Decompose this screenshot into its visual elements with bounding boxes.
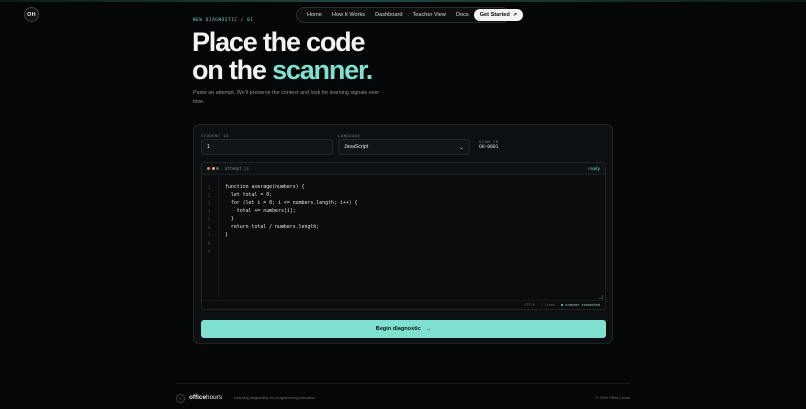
code-editor[interactable]: attempt.js ready 1 2 3 4 5 6 7 8 9 funct… bbox=[201, 162, 606, 310]
footer-brand-thin: hours bbox=[206, 394, 223, 401]
language-value: JavaScript bbox=[344, 144, 369, 150]
title-line-1: Place the code bbox=[192, 27, 365, 57]
code-line: } bbox=[225, 232, 228, 238]
line-count: 7 lines bbox=[540, 303, 555, 307]
line-number: 3 bbox=[208, 201, 211, 206]
line-number: 7 bbox=[208, 233, 211, 238]
footer-copyright: © 2026 Office Hours bbox=[595, 396, 630, 400]
get-started-button[interactable]: Get Started ↗ bbox=[473, 9, 524, 21]
arrow-right-icon: → bbox=[425, 326, 432, 332]
line-number: 9 bbox=[208, 249, 211, 254]
status-dot-icon bbox=[560, 303, 564, 307]
scan-id-label: SCAN ID bbox=[479, 139, 499, 144]
top-nav: Home How It Works Dashboard Teacher View… bbox=[296, 7, 524, 23]
footer-brand-bold: office bbox=[189, 394, 207, 401]
nav-item-docs[interactable]: Docs bbox=[451, 12, 474, 18]
code-line: } bbox=[225, 216, 234, 222]
page-title: Place the code on the scanner. bbox=[192, 27, 373, 85]
line-number: 5 bbox=[208, 217, 211, 222]
editor-status: ready bbox=[587, 166, 600, 171]
window-dot-gray bbox=[216, 167, 220, 170]
code-line: let total = 0; bbox=[225, 192, 273, 198]
window-dot-red bbox=[207, 167, 210, 170]
editor-filename: attempt.js bbox=[224, 166, 249, 171]
code-line: for (let i = 0; i <= numbers.length; i++… bbox=[225, 200, 358, 206]
student-id-input[interactable]: 1 bbox=[201, 139, 333, 155]
get-started-label: Get Started bbox=[479, 12, 510, 18]
scanner-status-text: scanner connected bbox=[565, 303, 600, 307]
pulse-logo-icon: ⌁ bbox=[176, 394, 185, 403]
line-number: 4 bbox=[208, 209, 211, 214]
student-id-value: 1 bbox=[207, 144, 210, 150]
hero-eyebrow: NEW DIAGNOSTIC / 01 bbox=[193, 18, 254, 23]
begin-diagnostic-button[interactable]: Begin diagnostic → bbox=[201, 320, 606, 338]
logo[interactable]: OH bbox=[24, 7, 39, 22]
scanner-status: scanner connected bbox=[560, 303, 600, 307]
language-label: LANGUAGE bbox=[338, 133, 361, 138]
editor-footer: UTF-8 7 lines scanner connected bbox=[202, 300, 605, 309]
nav-item-home[interactable]: Home bbox=[302, 12, 327, 18]
title-line-2-accent: scanner. bbox=[272, 55, 373, 85]
line-number: 1 bbox=[208, 185, 211, 190]
editor-titlebar: attempt.js ready bbox=[202, 163, 605, 175]
line-number: 8 bbox=[208, 241, 211, 246]
line-number: 2 bbox=[208, 193, 211, 198]
scan-id-value: OH-0001 bbox=[479, 145, 499, 150]
footer-tagline: Learning diagnostics for programming edu… bbox=[234, 396, 317, 400]
logo-text: OH bbox=[27, 11, 36, 18]
top-accent-line bbox=[0, 0, 806, 2]
code-line: function average(numbers) { bbox=[225, 184, 305, 190]
code-line: total += numbers[i]; bbox=[225, 208, 296, 214]
nav-item-dashboard[interactable]: Dashboard bbox=[370, 12, 407, 18]
language-select[interactable]: JavaScript ⌄ bbox=[338, 139, 470, 155]
title-line-2-plain: on the bbox=[192, 55, 273, 85]
footer-divider bbox=[176, 383, 630, 384]
diagnostic-panel: STUDENT ID 1 LANGUAGE JavaScript ⌄ SCAN … bbox=[193, 124, 613, 344]
code-area[interactable]: 1 2 3 4 5 6 7 8 9 function average(numbe… bbox=[202, 175, 605, 297]
begin-diagnostic-label: Begin diagnostic bbox=[375, 326, 421, 332]
arrow-up-right-icon: ↗ bbox=[512, 12, 518, 18]
nav-item-teacher-view[interactable]: Teacher View bbox=[407, 12, 450, 18]
student-id-label: STUDENT ID bbox=[201, 133, 229, 138]
nav-item-how-it-works[interactable]: How It Works bbox=[327, 12, 370, 18]
hero-subtitle: Paste an attempt. We'll preserve the con… bbox=[193, 90, 380, 105]
footer-brand[interactable]: officehours bbox=[189, 394, 222, 401]
line-gutter: 1 2 3 4 5 6 7 8 9 bbox=[202, 175, 219, 297]
resize-handle[interactable] bbox=[599, 295, 603, 299]
line-number: 6 bbox=[208, 225, 211, 230]
window-dot-yellow bbox=[211, 167, 215, 170]
encoding-label: UTF-8 bbox=[524, 303, 535, 307]
code-line: return total / numbers.length; bbox=[225, 224, 320, 230]
chevron-down-icon: ⌄ bbox=[458, 144, 464, 151]
